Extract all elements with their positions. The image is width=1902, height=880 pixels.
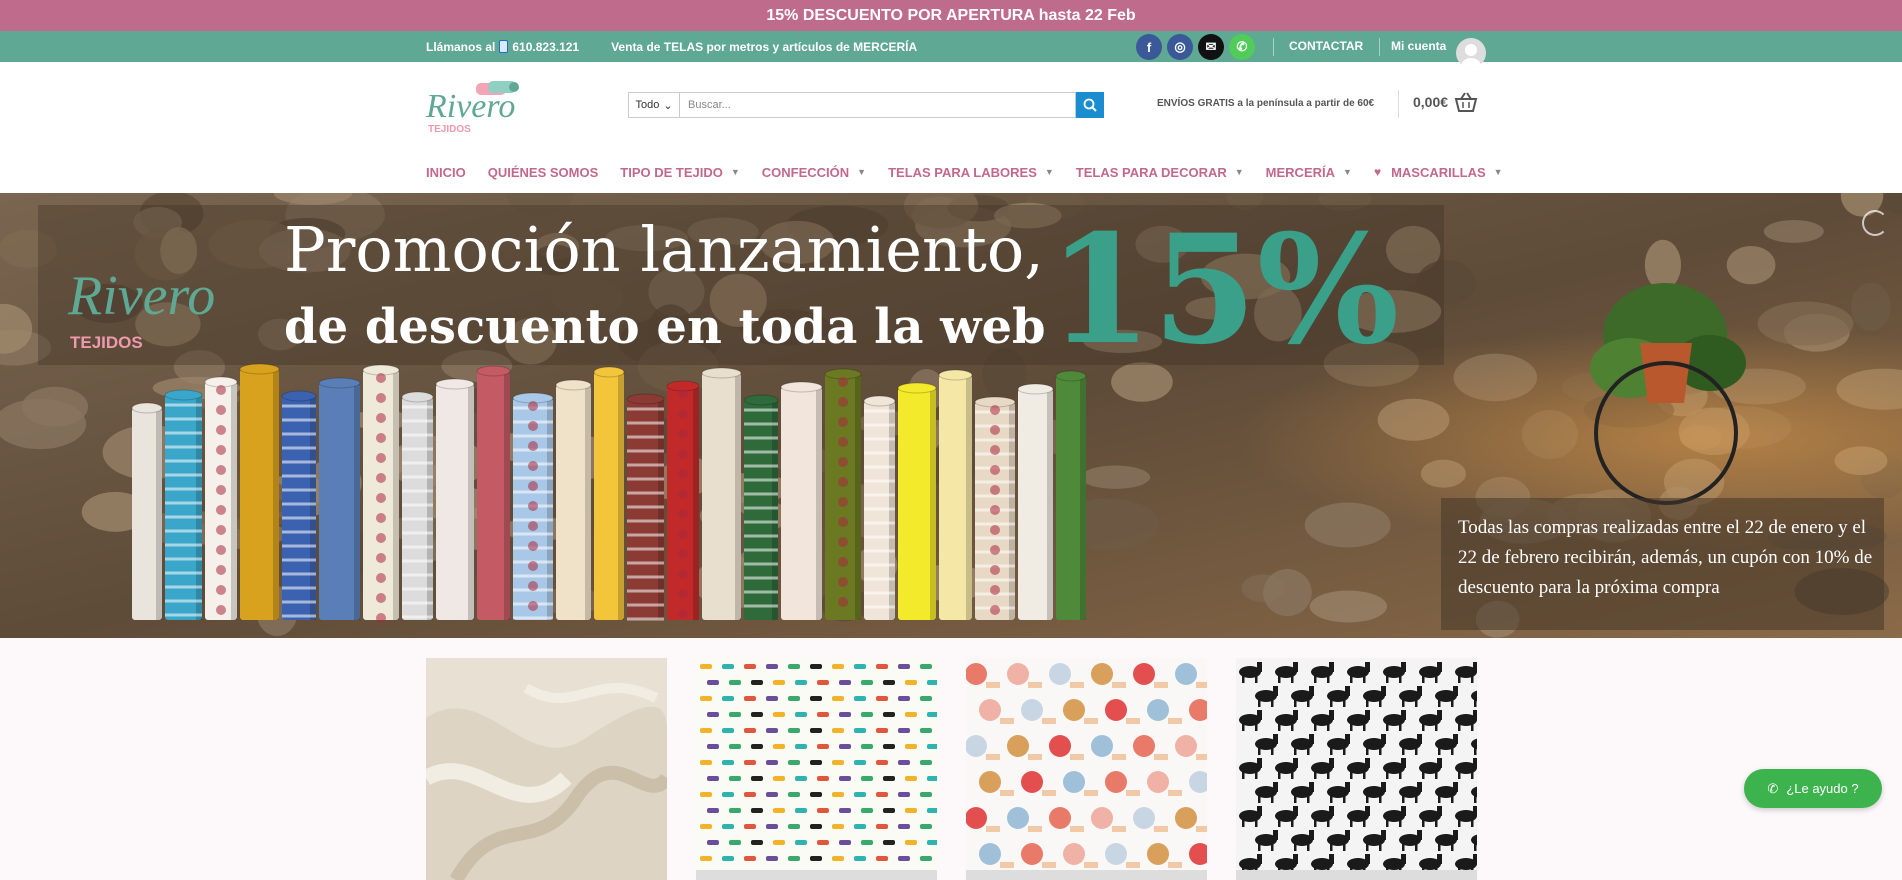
email-icon[interactable]: ✉ [1198,34,1224,60]
promo-text: 15% DESCUENTO POR APERTURA hasta 22 Feb [766,6,1136,24]
product-card[interactable] [1236,658,1477,880]
call-label: Llámanos al [426,39,496,54]
tagline: Venta de TELAS por metros y artículos de… [611,39,918,54]
fabric-roll [626,393,665,621]
fabric-roll [435,378,475,620]
fabric-roll [1017,383,1054,620]
product-card[interactable] [426,658,667,880]
instagram-icon[interactable]: ◎ [1167,34,1193,60]
fabric-roll [743,394,779,620]
shipping-notice: ENVÍOS GRATIS a la península a partir de… [1157,98,1375,109]
caret-down-icon: ▼ [1234,167,1244,177]
fabric-roll [164,389,203,620]
hero-discount: 15% [1048,202,1400,378]
caret-down-icon: ▼ [1493,167,1503,177]
product-grid [0,638,1902,880]
help-chat-button[interactable]: ✆ ¿Le ayudo ? [1744,769,1882,808]
top-bar: Llámanos al 610.823.121 Venta de TELAS p… [0,31,1902,62]
avatar[interactable] [1456,38,1486,68]
fabric-roll [131,402,163,620]
fabric-rolls [131,363,1087,623]
search-button[interactable] [1076,92,1104,118]
fabric-roll [204,376,238,620]
search-bar: Todo ⌄ Buscar... [628,92,1104,118]
nav-item-mascarillas[interactable]: ♥ MASCARILLAS ▼ [1374,165,1503,180]
nav-item-tipo-de-tejido[interactable]: TIPO DE TEJIDO ▼ [620,165,740,180]
loading-spinner-icon [1862,210,1888,236]
hero-banner[interactable]: Rivero TEJIDOS Promoción lanzamiento, de… [0,193,1902,638]
fabric-roll [897,382,937,620]
fabric-roll [318,377,361,620]
cart-button[interactable]: 0,00€ [1413,92,1478,112]
product-card[interactable] [966,658,1207,880]
divider [1273,38,1274,56]
fabric-roll [780,381,823,620]
sewing-pattern-fabric-image [696,658,937,880]
hero-note-box: Todas las compras realizadas entre el 22… [1441,498,1884,630]
cart-total: 0,00€ [1413,94,1449,110]
fabric-roll [974,396,1016,620]
account-link[interactable]: Mi cuenta [1391,31,1446,62]
fabric-roll [824,368,862,620]
hero-logo-text: Rivero [68,265,216,327]
fabric-roll [593,366,625,620]
fabric-roll [863,395,896,620]
logo-text: Rivero [426,88,516,125]
caret-down-icon: ▼ [857,167,867,177]
fabric-roll [938,369,973,620]
whatsapp-icon: ✆ [1767,780,1779,796]
basket-icon [1454,92,1478,112]
heart-icon: ♥ [1373,165,1382,179]
fabric-roll [1055,370,1087,620]
mobile-phone-icon [499,40,509,53]
contact-link[interactable]: CONTACTAR [1289,31,1363,62]
hero-logo-subtext: TEJIDOS [70,333,143,352]
hero-subtitle: de descuento en toda la web [284,299,1046,355]
main-nav: INICIO QUIÉNES SOMOS TIPO DE TEJIDO ▼ CON… [426,161,1525,183]
product-card[interactable] [696,658,937,880]
phone-icon[interactable]: ✆ [1229,34,1255,60]
hero-note: Todas las compras realizadas entre el 22… [1458,517,1873,598]
caret-down-icon: ▼ [730,167,740,177]
chevron-down-icon: ⌄ [663,99,673,112]
nav-item-confeccion[interactable]: CONFECCIÓN ▼ [762,165,866,180]
search-category-value: Todo [635,99,660,111]
nav-item-merceria[interactable]: MERCERÍA ▼ [1266,165,1352,180]
horse-pattern-fabric-image [1236,658,1477,880]
search-icon [1083,98,1097,112]
fabric-roll [512,392,554,620]
divider [1398,90,1399,118]
fabric-roll [701,367,742,620]
caret-down-icon: ▼ [1044,167,1054,177]
cream-fabric-image [426,658,667,880]
promo-bar: 15% DESCUENTO POR APERTURA hasta 22 Feb [0,0,1902,31]
sewing-notions-fabric-image [966,658,1207,880]
nav-item-quienes-somos[interactable]: QUIÉNES SOMOS [488,165,599,180]
site-logo[interactable]: Rivero TEJIDOS [426,80,526,140]
nav-item-inicio[interactable]: INICIO [426,165,466,180]
search-input[interactable]: Buscar... [679,92,1076,118]
search-category-select[interactable]: Todo ⌄ [628,92,679,118]
phone-number-link[interactable]: 610.823.121 [512,40,579,54]
nav-item-telas-para-decorar[interactable]: TELAS PARA DECORAR ▼ [1076,165,1244,180]
fabric-roll [666,380,700,620]
hero-title: Promoción lanzamiento, [284,213,1044,286]
help-label: ¿Le ayudo ? [1786,781,1859,796]
nav-item-telas-para-labores[interactable]: TELAS PARA LABORES ▼ [888,165,1054,180]
fabric-roll [281,390,317,620]
social-links: f ◎ ✉ ✆ [1136,34,1255,60]
fabric-roll [401,391,434,620]
facebook-icon[interactable]: f [1136,34,1162,60]
fabric-roll [476,365,511,620]
divider [1379,38,1380,56]
logo-subtext: TEJIDOS [428,124,471,135]
fabric-roll [239,363,280,620]
caret-down-icon: ▼ [1343,167,1352,177]
fabric-roll [362,364,400,623]
fabric-roll [555,379,592,620]
